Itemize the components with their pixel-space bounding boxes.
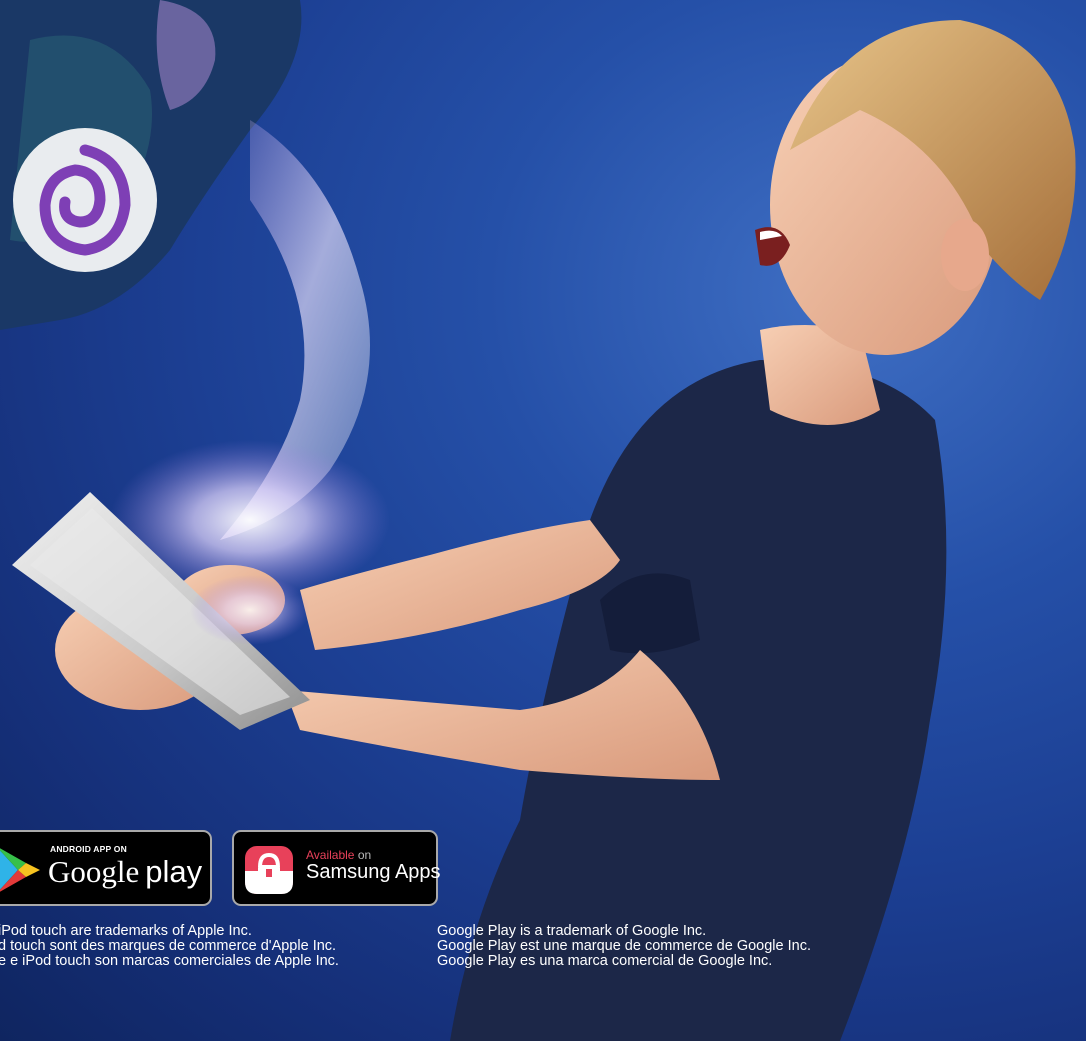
legal-line: e e iPod touch son marcas comerciales de… — [0, 953, 339, 969]
shopping-bag-icon — [245, 846, 293, 894]
badge-caption: Available on — [306, 848, 372, 862]
google-wordmark: Google — [48, 854, 140, 889]
legal-line: d touch sont des marques de commerce d'A… — [0, 938, 337, 954]
legal-line: Google Play es una marca comercial de Go… — [437, 953, 773, 969]
badge-title: Samsung Apps — [306, 861, 441, 883]
play-wordmark: play — [145, 854, 203, 889]
google-play-badge[interactable]: ANDROID APP ON Google play — [0, 830, 212, 906]
badge-title: Google play — [48, 854, 202, 890]
samsung-apps-badge[interactable]: Available on Samsung Apps — [232, 830, 441, 906]
legal-line: Google Play is a trademark of Google Inc… — [437, 923, 707, 939]
legal-line: Google Play est une marque de commerce d… — [437, 938, 811, 954]
google-trademark-notice: Google Play is a trademark of Google Inc… — [437, 924, 811, 969]
apple-trademark-notice: iPod touch are trademarks of Apple Inc. … — [0, 924, 339, 969]
badge-caption: ANDROID APP ON — [50, 844, 127, 854]
legal-line: iPod touch are trademarks of Apple Inc. — [0, 923, 252, 939]
play-store-icon — [0, 848, 40, 892]
